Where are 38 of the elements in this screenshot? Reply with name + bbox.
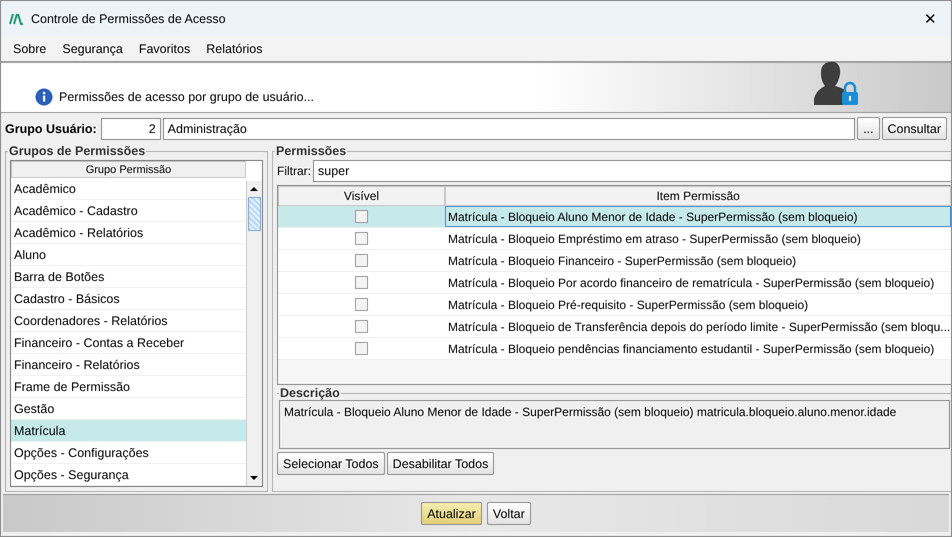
info-icon: [35, 88, 53, 106]
checkbox[interactable]: [355, 232, 368, 245]
filter-label: Filtrar:: [277, 164, 311, 178]
scroll-thumb[interactable]: [248, 197, 261, 231]
group-name-field[interactable]: Administração: [162, 118, 856, 140]
checkbox[interactable]: [355, 342, 368, 355]
checkbox[interactable]: [355, 298, 368, 311]
group-code-field[interactable]: 2: [100, 118, 161, 140]
description-text: Matrícula - Bloqueio Aluno Menor de Idade - SuperPermissão (sem bloqueio) matricula.bloqueio.aluno.menor.idade: [279, 400, 950, 449]
browse-button[interactable]: ...: [857, 117, 880, 140]
permissions-title: Permissões: [275, 144, 348, 158]
disable-all-button[interactable]: Desabilitar Todos: [386, 452, 494, 475]
group-title: Grupos de Permissões: [8, 144, 146, 158]
menu-item[interactable]: Sobre: [5, 42, 54, 56]
user-group-label: Grupo Usuário:: [5, 122, 97, 136]
select-all-button[interactable]: Selecionar Todos: [277, 452, 385, 475]
filter-field[interactable]: super: [313, 160, 951, 182]
menu-item[interactable]: Relatórios: [198, 42, 271, 56]
update-button[interactable]: Atualizar: [421, 502, 482, 525]
banner-text: Permissões de acesso por grupo de usuário...: [59, 90, 314, 104]
checkbox[interactable]: [355, 276, 368, 289]
description-title: Descrição: [279, 386, 341, 400]
menu-item[interactable]: Favoritos: [130, 42, 198, 56]
table-cell[interactable]: Matrícula - Bloqueio Aluno Menor de Idade - SuperPermissão (sem bloqueio): [445, 206, 951, 227]
close-button[interactable]: ✕: [918, 10, 943, 28]
list-item[interactable]: Matrícula: [11, 420, 246, 442]
back-button[interactable]: Voltar: [486, 502, 531, 525]
column-header: Grupo Permissão: [11, 161, 246, 178]
window-title: Controle de Permissões de Acesso: [31, 12, 226, 26]
menu-item[interactable]: Segurança: [54, 42, 131, 56]
app-logo-icon: [9, 12, 23, 24]
scrollbar[interactable]: [246, 181, 262, 486]
query-button[interactable]: Consultar: [882, 117, 947, 140]
checkbox[interactable]: [355, 254, 368, 267]
checkbox[interactable]: [355, 320, 368, 333]
column-header: Item Permissão: [445, 186, 951, 206]
checkbox[interactable]: [355, 210, 368, 223]
column-header: Visível: [278, 186, 445, 206]
